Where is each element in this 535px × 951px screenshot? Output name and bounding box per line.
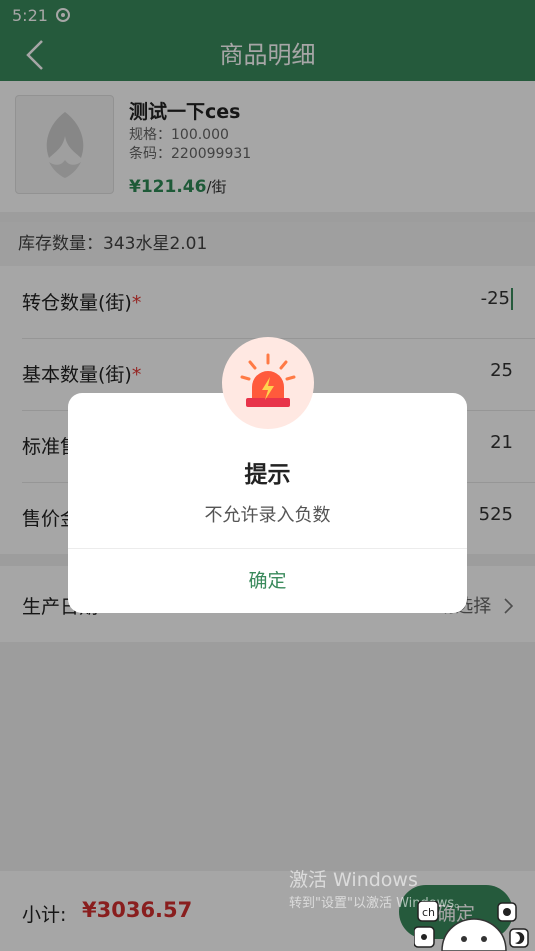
mascot-widget[interactable]: ch [413,900,532,951]
dialog-ok-button[interactable]: 确定 [68,549,467,613]
dialog-title: 提示 [244,462,291,488]
svg-text:ch: ch [422,906,435,919]
mascot-icon: ch [413,900,529,951]
alarm-badge [222,337,314,429]
alarm-light-icon [240,353,296,407]
windows-watermark-title: 激活 Windows [289,869,418,891]
dialog-message: 不允许录入负数 [204,505,331,526]
